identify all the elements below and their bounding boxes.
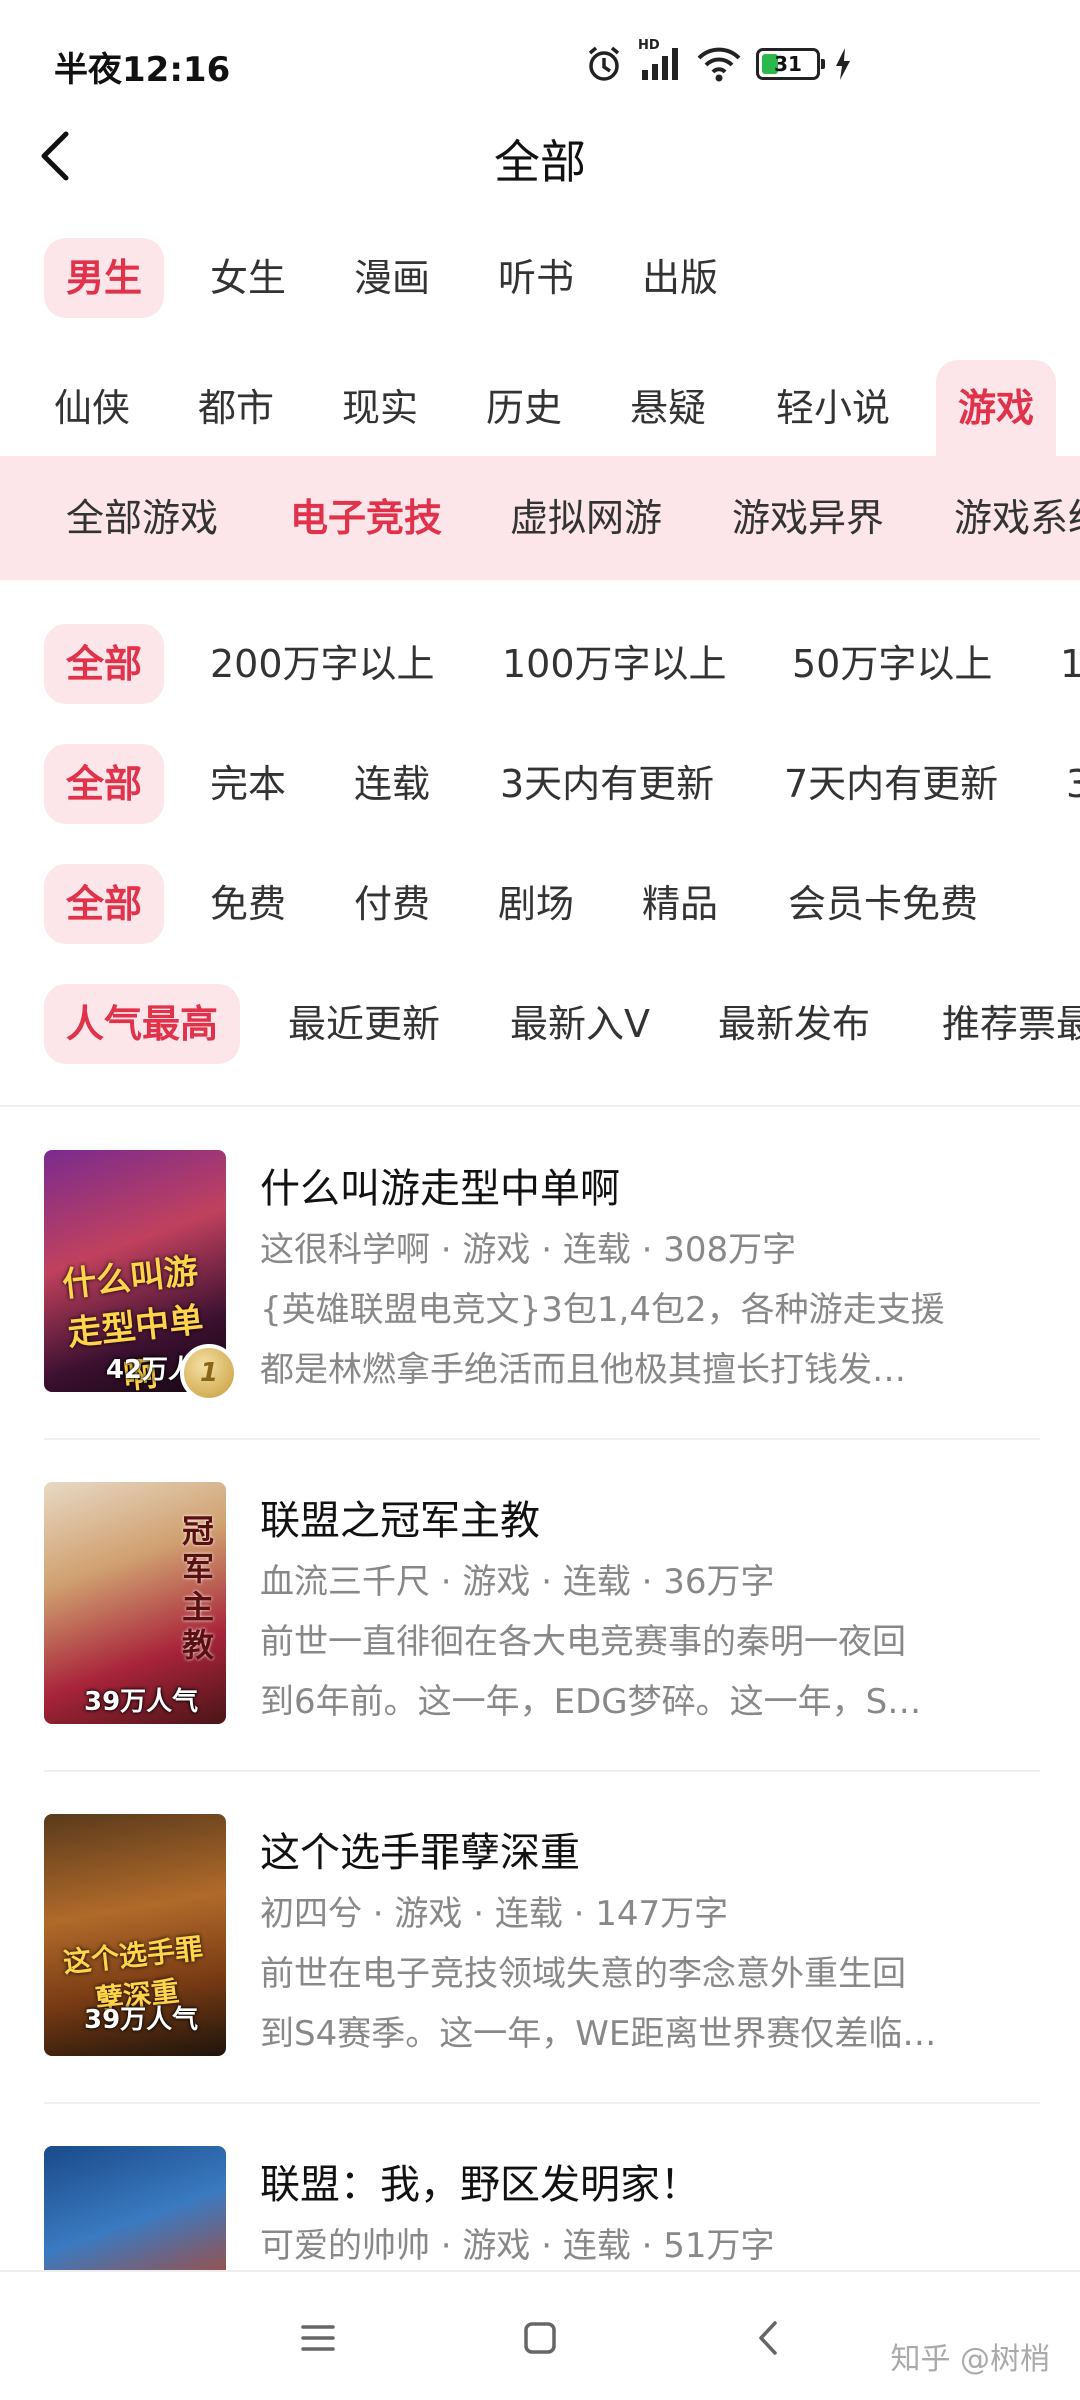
book-title[interactable]: 联盟之冠军主教	[260, 1488, 540, 1546]
network-label: HD	[638, 38, 660, 53]
cover-popularity: 39万人气	[84, 1687, 199, 1717]
book-item[interactable]: 冠军主教 39万人气 联盟之冠军主教 血流三千尺 · 游戏 · 连载 · 36万…	[44, 1482, 1040, 1742]
category-history[interactable]: 历史	[486, 360, 562, 456]
system-nav-bar: 知乎 @树梢	[0, 2270, 1080, 2400]
word-count-all[interactable]: 全部	[44, 624, 165, 704]
book-meta: 这很科学啊 · 游戏 · 连载 · 308万字	[260, 1230, 797, 1270]
book-title[interactable]: 什么叫游走型中单啊	[260, 1156, 620, 1214]
book-description-line: 前世在电子竞技领域失意的李念意外重生回	[260, 1954, 906, 1994]
status-updated-3d[interactable]: 3天内有更新	[500, 744, 714, 824]
word-count-more[interactable]: 1	[1060, 624, 1080, 704]
menu-button[interactable]	[288, 2308, 348, 2368]
book-meta: 血流三千尺 · 游戏 · 连载 · 36万字	[260, 1562, 775, 1602]
subcategory-all-games[interactable]: 全部游戏	[66, 478, 218, 558]
filter-status: 全部 完本 连载 3天内有更新 7天内有更新 3	[0, 744, 1080, 824]
filter-price: 全部 免费 付费 剧场 精品 会员卡免费	[0, 864, 1080, 944]
price-paid[interactable]: 付费	[354, 864, 430, 944]
list-separator	[44, 1438, 1040, 1440]
gender-tabs: 男生 女生 漫画 听书 出版	[0, 238, 1080, 318]
book-cover[interactable]: 这个选手罪孽深重 39万人气	[44, 1814, 226, 2056]
battery-level: 31	[774, 52, 802, 76]
status-completed[interactable]: 完本	[210, 744, 286, 824]
sort-recommend-votes[interactable]: 推荐票最	[942, 984, 1080, 1064]
category-mystery[interactable]: 悬疑	[630, 360, 706, 456]
signal-icon: HD	[638, 38, 682, 84]
alarm-icon	[584, 44, 624, 84]
book-description-line: 前世一直徘徊在各大电竞赛事的秦明一夜回	[260, 1622, 906, 1662]
category-tabs: 仙侠 都市 现实 历史 悬疑 轻小说 游戏	[0, 360, 1080, 456]
price-premium[interactable]: 精品	[642, 864, 718, 944]
book-cover[interactable]	[44, 2146, 226, 2270]
price-member-free[interactable]: 会员卡免费	[788, 864, 978, 944]
page-title: 全部	[494, 135, 586, 189]
tab-publishing[interactable]: 出版	[642, 238, 718, 318]
list-separator	[44, 2102, 1040, 2104]
book-item[interactable]: 联盟：我，野区发明家！ 可爱的帅帅 · 游戏 · 连载 · 51万字	[44, 2146, 1040, 2270]
battery-icon: 31	[756, 48, 825, 80]
book-description-line: 到S4赛季。这一年，WE距离世界赛仅差临…	[260, 2014, 937, 2054]
category-light-novel[interactable]: 轻小说	[776, 360, 890, 456]
home-button[interactable]	[510, 2308, 570, 2368]
book-description-line: {英雄联盟电竞文}3包1,4包2，各种游走支援	[260, 1290, 945, 1330]
word-count-2m[interactable]: 200万字以上	[210, 624, 435, 704]
status-icons: HD 31	[584, 38, 852, 88]
book-title[interactable]: 这个选手罪孽深重	[260, 1820, 580, 1878]
divider	[0, 1105, 1080, 1107]
sort-newest-vip[interactable]: 最新入V	[510, 984, 650, 1064]
category-urban[interactable]: 都市	[198, 360, 274, 456]
status-serializing[interactable]: 连载	[354, 744, 430, 824]
sort-recently-updated[interactable]: 最近更新	[288, 984, 440, 1064]
book-description-line: 都是林燃拿手绝活而且他极其擅长打钱发…	[260, 1350, 906, 1390]
status-all[interactable]: 全部	[44, 744, 165, 824]
word-count-500k[interactable]: 50万字以上	[792, 624, 992, 704]
price-all[interactable]: 全部	[44, 864, 165, 944]
book-item[interactable]: 什么叫游走型中单啊 42万人气 1 什么叫游走型中单啊 这很科学啊 · 游戏 ·…	[44, 1150, 1040, 1410]
price-free[interactable]: 免费	[210, 864, 286, 944]
rank-badge: 1	[180, 1344, 238, 1402]
book-meta: 可爱的帅帅 · 游戏 · 连载 · 51万字	[260, 2226, 775, 2266]
charging-icon	[834, 47, 852, 81]
tab-comics[interactable]: 漫画	[354, 238, 430, 318]
tab-audiobook[interactable]: 听书	[498, 238, 574, 318]
book-meta: 初四兮 · 游戏 · 连载 · 147万字	[260, 1894, 729, 1934]
book-description: {英雄联盟电竞文}3包1,4包2，各种游走支援 都是林燃拿手绝活而且他极其擅长打…	[260, 1280, 1020, 1400]
nav-back-button[interactable]	[738, 2308, 798, 2368]
tab-female[interactable]: 女生	[210, 238, 286, 318]
wifi-icon	[696, 44, 742, 84]
book-description: 前世一直徘徊在各大电竞赛事的秦明一夜回 到6年前。这一年，EDG梦碎。这一年，S…	[260, 1612, 1020, 1732]
book-item[interactable]: 这个选手罪孽深重 39万人气 这个选手罪孽深重 初四兮 · 游戏 · 连载 · …	[44, 1814, 1040, 2074]
status-more[interactable]: 3	[1066, 744, 1080, 824]
subcategory-tabs: 全部游戏 电子竞技 虚拟网游 游戏异界 游戏系统	[0, 456, 1080, 580]
cover-popularity: 39万人气	[84, 2005, 199, 2035]
book-description-line: 到6年前。这一年，EDG梦碎。这一年，S…	[260, 1682, 922, 1722]
cover-title: 冠军主教	[181, 1512, 214, 1664]
category-reality[interactable]: 现实	[342, 360, 418, 456]
status-time: 半夜12:16	[54, 50, 231, 90]
filter-sort: 人气最高 最近更新 最新入V 最新发布 推荐票最	[0, 984, 1080, 1064]
sort-popular[interactable]: 人气最高	[44, 984, 241, 1064]
menu-icon	[301, 2325, 335, 2351]
category-xianxia[interactable]: 仙侠	[54, 360, 130, 456]
book-cover[interactable]: 冠军主教 39万人气	[44, 1482, 226, 1724]
word-count-1m[interactable]: 100万字以上	[502, 624, 727, 704]
sort-newest-published[interactable]: 最新发布	[718, 984, 870, 1064]
header: 全部	[0, 110, 1080, 206]
subcategory-game-system[interactable]: 游戏系统	[954, 478, 1080, 558]
status-updated-7d[interactable]: 7天内有更新	[784, 744, 998, 824]
back-triangle-icon	[759, 2321, 777, 2355]
list-separator	[44, 1770, 1040, 1772]
subcategory-virtual-online[interactable]: 虚拟网游	[510, 478, 662, 558]
filter-word-count: 全部 200万字以上 100万字以上 50万字以上 1	[0, 624, 1080, 704]
price-theater[interactable]: 剧场	[498, 864, 574, 944]
tab-male[interactable]: 男生	[44, 238, 165, 318]
subcategory-esports[interactable]: 电子竞技	[290, 478, 442, 558]
watermark: 知乎 @树梢	[890, 2342, 1050, 2377]
square-icon	[524, 2322, 556, 2354]
book-description: 前世在电子竞技领域失意的李念意外重生回 到S4赛季。这一年，WE距离世界赛仅差临…	[260, 1944, 1020, 2064]
category-games[interactable]: 游戏	[936, 360, 1057, 456]
subcategory-game-otherworld[interactable]: 游戏异界	[732, 478, 884, 558]
book-title[interactable]: 联盟：我，野区发明家！	[260, 2152, 700, 2210]
